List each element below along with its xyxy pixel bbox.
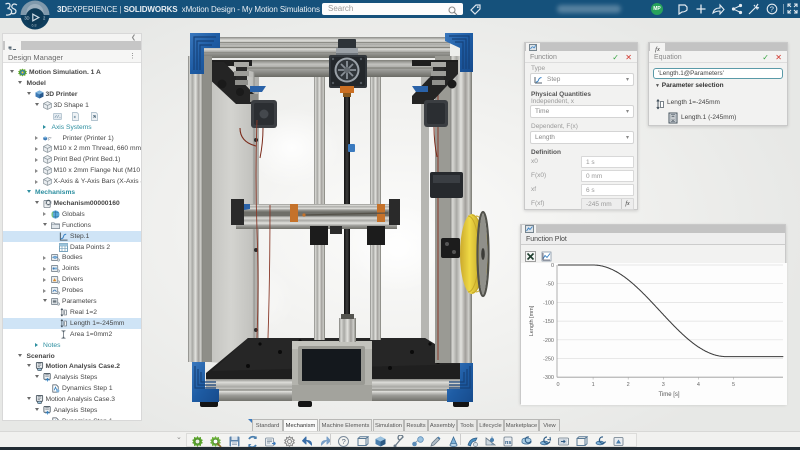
svg-text:3D: 3D: [24, 16, 29, 21]
svg-text:?: ?: [342, 437, 346, 446]
svg-text:4: 4: [697, 382, 700, 388]
svg-text:-250: -250: [543, 357, 554, 363]
svg-text:5: 5: [732, 382, 735, 388]
svg-text:1: 1: [592, 382, 595, 388]
svg-text:2: 2: [627, 382, 630, 388]
svg-text:-300: -300: [543, 375, 554, 381]
svg-text:0: 0: [551, 263, 554, 269]
svg-text:?: ?: [770, 5, 774, 14]
svg-text:0: 0: [556, 382, 559, 388]
svg-text:-150: -150: [543, 319, 554, 325]
svg-text:-100: -100: [543, 300, 554, 306]
svg-text:ns: ns: [505, 440, 511, 446]
svg-text:-50: -50: [546, 282, 554, 288]
svg-text:3: 3: [662, 382, 665, 388]
svg-text:Time [s]: Time [s]: [658, 392, 679, 398]
svg-text:Length [mm]: Length [mm]: [529, 305, 535, 336]
svg-text:6.8: 6.8: [32, 24, 37, 28]
svg-text:-200: -200: [543, 338, 554, 344]
